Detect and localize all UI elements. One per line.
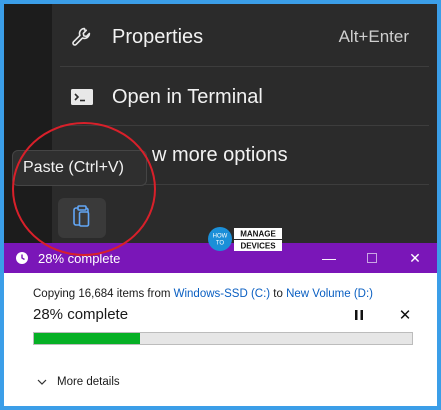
howto-manage-devices-logo: HOW TO MANAGE DEVICES [208, 226, 282, 252]
wrench-icon [68, 23, 96, 51]
cancel-copy-button[interactable]: ✕ [394, 305, 416, 325]
maximize-button[interactable] [349, 243, 395, 273]
copy-progress-bar [33, 332, 413, 345]
minimize-icon: — [322, 250, 336, 266]
menu-item-properties[interactable]: Properties Alt+Enter [52, 8, 437, 66]
menu-item-shortcut: Alt+Enter [338, 27, 409, 46]
progress-fill [34, 333, 140, 344]
clipboard-icon [71, 204, 93, 233]
menu-item-label: Open in Terminal [112, 85, 263, 108]
minimize-button[interactable]: — [306, 243, 352, 273]
source-link[interactable]: Windows-SSD (C:) [174, 288, 270, 300]
close-icon: ✕ [398, 307, 412, 324]
context-menu: Properties Alt+Enter Open in Terminal w … [52, 4, 437, 244]
copy-status-text: Copying 16,684 items from Windows-SSD (C… [33, 288, 373, 300]
svg-text:HOW: HOW [213, 234, 228, 240]
close-window-button[interactable]: ✕ [392, 243, 438, 273]
destination-link[interactable]: New Volume (D:) [286, 288, 373, 300]
copy-to-word: to [270, 288, 287, 300]
more-details-toggle[interactable]: More details [37, 376, 120, 388]
percent-complete-label: 28% complete [33, 306, 129, 323]
pause-button[interactable] [348, 307, 370, 325]
paste-button[interactable] [58, 198, 106, 238]
close-icon: ✕ [409, 249, 421, 266]
maximize-icon [367, 253, 377, 263]
dialog-title: 28% complete [38, 250, 121, 266]
svg-text:DEVICES: DEVICES [240, 242, 276, 251]
svg-text:MANAGE: MANAGE [240, 230, 276, 239]
clock-icon [14, 250, 30, 266]
pause-icon [355, 307, 363, 325]
paste-tooltip: Paste (Ctrl+V) [12, 150, 147, 186]
svg-text:TO: TO [216, 241, 225, 247]
menu-item-label: Properties [112, 25, 204, 48]
copy-prefix: Copying 16,684 items from [33, 288, 174, 300]
copy-progress-dialog: 28% complete — ✕ Copying 16,684 items fr… [4, 243, 437, 406]
chevron-down-icon [37, 376, 47, 388]
menu-item-open-in-terminal[interactable]: Open in Terminal [52, 68, 437, 126]
menu-divider [60, 66, 429, 67]
explorer-background [4, 4, 52, 244]
terminal-icon [68, 83, 96, 111]
more-details-label: More details [57, 376, 120, 388]
menu-item-label: w more options [152, 143, 288, 166]
